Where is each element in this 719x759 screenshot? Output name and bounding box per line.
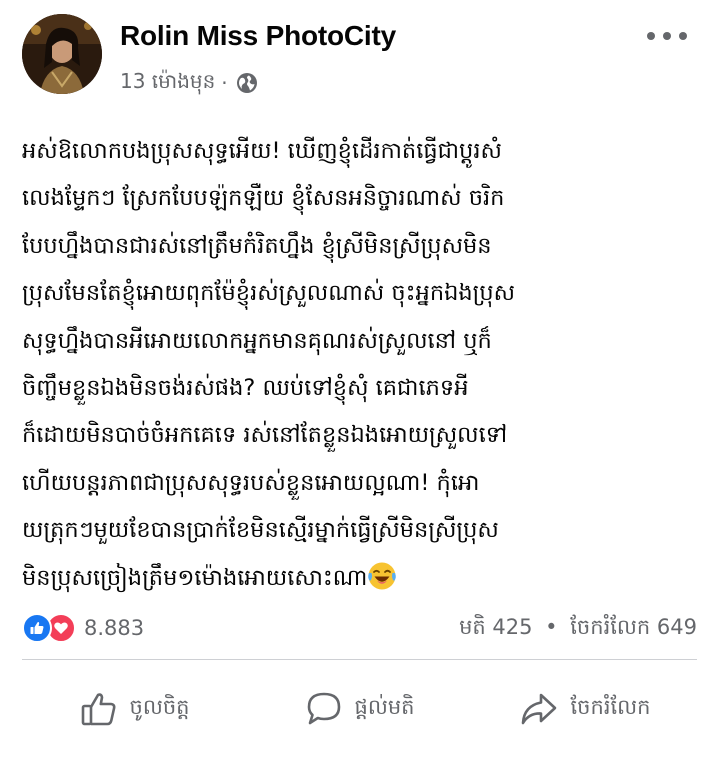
post-text-line: អស់ឱលោកបងប្រុសសុទ្ធអើយ! ឃើញខ្ញុំដើរកាត់ធ… bbox=[22, 138, 502, 164]
post-text-line: សុទ្ធហ្នឹងបានអីអោយលោកអ្នកមានគុណរស់ស្រួលន… bbox=[22, 327, 492, 354]
author-avatar[interactable] bbox=[22, 14, 102, 94]
engagement-stats: មតិ 425 • ចែករំលែក 649 bbox=[459, 614, 697, 645]
more-dots-icon bbox=[647, 32, 655, 40]
thumbs-up-icon bbox=[80, 690, 118, 728]
speech-bubble-icon bbox=[305, 690, 343, 728]
reaction-count[interactable]: 8.883 bbox=[84, 616, 144, 640]
post-actions-bar: ចូលចិត្ត ផ្តល់មតិ ចែករំលែក bbox=[22, 668, 697, 750]
post-text-line: ហើយបន្តរភាពជាប្រុសសុទ្ធរបស់ខ្លួនអោយល្អណា… bbox=[22, 469, 480, 496]
post-text-line: លេងម្ទែកៗ ស្រែកបែបឡ៉កឡឺយ ខ្ញុំសែនអនិច្ចា… bbox=[22, 185, 505, 212]
like-reaction-icon bbox=[22, 613, 52, 643]
post-text-line: ចិញ្ចឹមខ្លួនឯងមិនចង់រស់ផង? ឈប់ទៅខ្ញុំសុំ… bbox=[22, 375, 469, 402]
stats-separator: • bbox=[545, 615, 558, 639]
share-arrow-icon bbox=[519, 690, 559, 728]
post-text-line: ក៏ដោយមិនបាច់ចំអកគេទេ រស់នៅតែខ្លួនឯងអោយស្… bbox=[22, 422, 508, 449]
post-body: អស់ឱលោកបងប្រុសសុទ្ធអើយ! ឃើញខ្ញុំដើរកាត់ធ… bbox=[22, 128, 704, 602]
post-text-line: យត្រុកៗមួយខែបានប្រាក់ខែមិនស្មើរម្នាក់ធ្វ… bbox=[22, 517, 499, 544]
comment-button[interactable]: ផ្តល់មតិ bbox=[247, 690, 472, 728]
post-text-line: មិនប្រុសច្រៀងត្រឹម១ម៉ោងអោយសោះណា bbox=[22, 564, 368, 591]
post-text-line: បែបហ្នឹងបានជារស់នៅត្រឹមកំរិតហ្នឹង ខ្ញុំស… bbox=[22, 232, 492, 259]
more-options-button[interactable] bbox=[647, 24, 687, 48]
reactions-summary[interactable]: 8.883 bbox=[22, 612, 144, 644]
post-text-line: ប្រុសមែនតែខ្ញុំអោយពុកម៉ែខ្ញុំរស់ស្រួលណាស… bbox=[22, 280, 516, 307]
like-label: ចូលចិត្ត bbox=[129, 694, 190, 719]
author-name[interactable]: Rolin Miss PhotoCity bbox=[120, 20, 396, 52]
comment-label: ផ្តល់មតិ bbox=[354, 694, 415, 719]
share-button[interactable]: ចែករំលែក bbox=[472, 690, 697, 728]
share-label: ចែករំលែក bbox=[570, 694, 651, 719]
post-meta: 13 ម៉ោងមុន · bbox=[120, 68, 258, 98]
reaction-icons bbox=[22, 613, 76, 643]
divider bbox=[22, 659, 697, 660]
comments-count[interactable]: មតិ 425 bbox=[459, 615, 532, 639]
shares-count[interactable]: ចែករំលែក 649 bbox=[570, 615, 697, 639]
post-header: Rolin Miss PhotoCity 13 ម៉ោងមុន · bbox=[22, 14, 697, 102]
face-with-tears-of-joy-icon bbox=[367, 561, 397, 591]
post-text-line-last: មិនប្រុសច្រៀងត្រឹម១ម៉ោងអោយសោះណា bbox=[22, 555, 704, 602]
globe-icon[interactable] bbox=[236, 72, 258, 94]
post-timestamp[interactable]: 13 ម៉ោងមុន bbox=[120, 68, 215, 98]
meta-separator: · bbox=[221, 71, 228, 95]
like-button[interactable]: ចូលចិត្ត bbox=[22, 690, 247, 728]
